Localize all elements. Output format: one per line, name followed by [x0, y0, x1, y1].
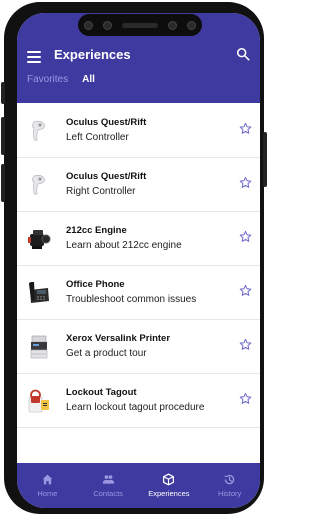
- power-button: [263, 132, 267, 187]
- tab-favorites[interactable]: Favorites: [27, 74, 68, 85]
- tab-bar: Favorites All: [27, 74, 95, 85]
- item-subtitle: Left Controller: [66, 132, 129, 143]
- engine-icon: [28, 230, 51, 249]
- camera-icon: [187, 20, 196, 30]
- nav-history[interactable]: History: [199, 463, 260, 508]
- item-title: Lockout Tagout: [66, 387, 137, 398]
- mute-switch: [1, 82, 5, 104]
- list-item[interactable]: Xerox Versalink Printer Get a product to…: [17, 320, 260, 374]
- volume-up-button: [1, 117, 5, 155]
- nav-contacts[interactable]: Contacts: [78, 463, 139, 508]
- sensor-icon: [103, 20, 112, 30]
- printer-icon: [30, 335, 48, 359]
- list-item[interactable]: Oculus Quest/Rift Left Controller: [17, 104, 260, 158]
- page-title: Experiences: [54, 47, 131, 62]
- item-subtitle: Get a product tour: [66, 348, 147, 359]
- lockout-tag-icon: [28, 389, 49, 413]
- phone-frame: Experiences Favorites All Oculus Quest/R…: [1, 2, 267, 514]
- star-icon[interactable]: [239, 176, 252, 189]
- nav-label: Experiences: [148, 489, 190, 498]
- item-title: Oculus Quest/Rift: [66, 171, 147, 182]
- search-icon[interactable]: [236, 47, 250, 61]
- bottom-nav: Home Contacts Experiences History: [17, 463, 260, 508]
- star-icon[interactable]: [239, 122, 252, 135]
- vr-controller-icon: [32, 120, 46, 141]
- tab-all[interactable]: All: [82, 74, 95, 85]
- item-subtitle: Troubleshoot common issues: [66, 294, 197, 305]
- item-subtitle: Right Controller: [66, 186, 136, 197]
- star-icon[interactable]: [239, 338, 252, 351]
- nav-label: History: [217, 489, 242, 498]
- speaker-grille: [122, 22, 158, 28]
- item-title: Oculus Quest/Rift: [66, 117, 147, 128]
- app-screen: Experiences Favorites All Oculus Quest/R…: [17, 13, 260, 508]
- star-icon[interactable]: [239, 284, 252, 297]
- star-icon[interactable]: [239, 230, 252, 243]
- nav-label: Contacts: [93, 489, 123, 498]
- vr-controller-icon: [32, 174, 46, 195]
- home-icon: [42, 474, 53, 485]
- star-icon[interactable]: [239, 392, 252, 405]
- experiences-icon: [163, 473, 175, 486]
- list-item[interactable]: Lockout Tagout Learn lockout tagout proc…: [17, 374, 260, 428]
- history-icon: [224, 474, 235, 485]
- nav-experiences[interactable]: Experiences: [139, 463, 200, 508]
- camera-icon: [84, 20, 93, 30]
- volume-down-button: [1, 164, 5, 202]
- item-title: Xerox Versalink Printer: [66, 333, 171, 344]
- list-item[interactable]: 212cc Engine Learn about 212cc engine: [17, 212, 260, 266]
- desk-phone-icon: [29, 282, 49, 303]
- sensor-icon: [168, 20, 177, 30]
- menu-icon[interactable]: [27, 51, 41, 63]
- list-item[interactable]: Office Phone Troubleshoot common issues: [17, 266, 260, 320]
- nav-home[interactable]: Home: [17, 463, 78, 508]
- experience-list: Oculus Quest/Rift Left Controller Oculus…: [17, 104, 260, 428]
- camera-notch: [78, 14, 202, 36]
- item-subtitle: Learn lockout tagout procedure: [66, 402, 205, 413]
- item-title: Office Phone: [66, 279, 125, 290]
- contacts-icon: [102, 475, 114, 484]
- item-subtitle: Learn about 212cc engine: [66, 240, 182, 251]
- item-title: 212cc Engine: [66, 225, 127, 236]
- list-item[interactable]: Oculus Quest/Rift Right Controller: [17, 158, 260, 212]
- nav-label: Home: [37, 489, 58, 498]
